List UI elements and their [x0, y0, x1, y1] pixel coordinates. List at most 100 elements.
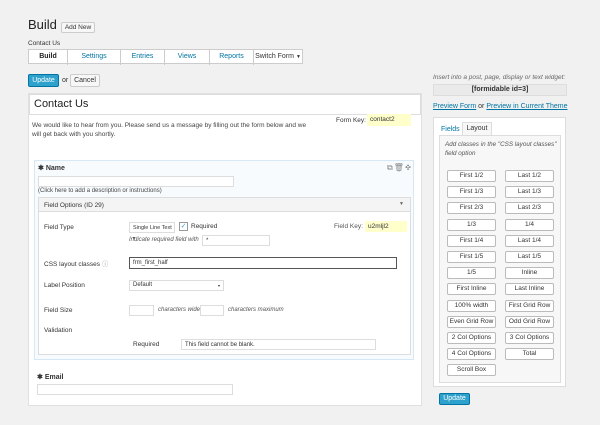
switch-form-dropdown[interactable]: Switch Form ▼ [254, 50, 302, 65]
field-name-label: ✱ Name [38, 164, 65, 172]
layout-class-button[interactable]: Inline [505, 267, 554, 280]
layout-class-button[interactable]: Last 1/3 [505, 186, 554, 199]
move-icon[interactable]: ✥ [405, 163, 412, 172]
layout-class-button[interactable]: Last 1/4 [505, 234, 554, 247]
layout-class-button[interactable]: 1/3 [447, 218, 496, 231]
layout-class-button[interactable]: Scroll Box [447, 364, 496, 377]
form-title-input[interactable]: Contact Us [29, 94, 421, 115]
preview-theme-link[interactable]: Preview in Current Theme [486, 103, 567, 110]
field-name-container[interactable]: ✱ Name ⧉🗑✥ (Click here to add a descript… [34, 160, 414, 360]
field-options-title: Field Options (ID 29) [44, 202, 104, 209]
preview-form-link[interactable]: Preview Form [433, 103, 476, 110]
field-size-max-input[interactable] [200, 305, 224, 316]
field-name-actions: ⧉🗑✥ [387, 163, 412, 173]
layout-class-button[interactable]: 4 Col Options [447, 348, 496, 361]
css-classes-label-text: CSS layout classes [44, 261, 100, 268]
preview-links: Preview Form or Preview in Current Theme [433, 103, 568, 110]
layout-class-button[interactable]: First 2/3 [447, 202, 496, 215]
validation-required-label: Required [133, 341, 160, 348]
page-title: Build [28, 17, 57, 32]
tab-fields[interactable]: Fields [441, 126, 460, 133]
duplicate-icon[interactable]: ⧉ [387, 163, 394, 172]
field-key-value[interactable]: u2mljl2 [365, 221, 407, 232]
tab-settings[interactable]: Settings [68, 50, 121, 65]
preview-or-text: or [478, 103, 485, 110]
chevron-down-icon[interactable]: ▼ [399, 201, 404, 207]
insert-note: Insert into a post, page, display or tex… [433, 74, 566, 81]
field-name-label-text: Name [45, 165, 65, 172]
required-checkbox-label: Required [191, 223, 218, 230]
layout-class-button[interactable]: First 1/4 [447, 234, 496, 247]
required-star-icon: ✱ [37, 374, 43, 381]
field-key-label: Field Key: [334, 223, 363, 230]
layout-panel: Fields Layout Add classes in the "CSS la… [433, 117, 566, 387]
layout-content: Add classes in the "CSS layout classes" … [439, 135, 561, 383]
chevron-down-icon: ▾ [217, 283, 220, 288]
layout-class-button[interactable]: Last Inline [505, 283, 554, 296]
chars-wide-label: characters wide [158, 307, 201, 313]
validation-label: Validation [44, 327, 73, 334]
css-classes-label: CSS layout classes ⓘ [44, 258, 108, 268]
form-builder-panel: Contact Us We would like to hear from yo… [28, 93, 422, 406]
form-key-value[interactable]: contact2 [367, 114, 411, 126]
name-preview-input[interactable] [38, 176, 234, 187]
chars-max-label: characters maximum [228, 307, 284, 313]
email-preview-input[interactable] [37, 384, 233, 395]
shortcode-box[interactable]: [formidable id=3] [433, 84, 567, 96]
breadcrumb-form-name: Contact Us [28, 40, 61, 47]
label-position-value: Default [133, 282, 153, 288]
field-size-label: Field Size [44, 307, 73, 314]
or-text: or [62, 77, 69, 84]
required-star-icon: ✱ [38, 165, 44, 172]
field-description-hint[interactable]: (Click here to add a description or inst… [38, 188, 162, 194]
required-indicator-input[interactable]: * [202, 235, 270, 246]
form-description[interactable]: We would like to hear from you. Please s… [32, 121, 310, 139]
sidebar-update-button[interactable]: Update [439, 393, 470, 405]
field-type-value: Single Line Text [133, 225, 172, 231]
switch-form-label: Switch Form [255, 53, 294, 60]
required-checkbox[interactable]: ✓ [179, 222, 188, 231]
layout-class-button[interactable]: Last 1/2 [505, 170, 554, 182]
layout-class-button[interactable]: 100% width [447, 299, 496, 312]
layout-class-button[interactable]: 1/5 [447, 267, 496, 280]
field-options-header[interactable]: Field Options (ID 29) ▼ [39, 198, 410, 212]
layout-class-button[interactable]: 3 Col Options [505, 332, 554, 344]
field-type-label: Field Type [44, 224, 74, 231]
label-position-label: Label Position [44, 282, 85, 289]
tab-entries[interactable]: Entries [121, 50, 165, 65]
layout-class-button[interactable]: First 1/2 [447, 170, 496, 182]
label-position-select[interactable]: Default ▾ [129, 280, 224, 291]
layout-class-button[interactable]: First Inline [447, 283, 496, 296]
layout-class-button[interactable]: Total [505, 348, 554, 361]
layout-class-button[interactable]: First 1/3 [447, 186, 496, 199]
layout-class-button[interactable]: 2 Col Options [447, 332, 496, 344]
field-size-width-input[interactable] [129, 305, 154, 316]
cancel-button[interactable]: Cancel [70, 74, 100, 87]
layout-class-button[interactable]: Even Grid Row [447, 315, 496, 328]
field-email-label[interactable]: ✱ Email [37, 373, 64, 381]
layout-class-button[interactable]: Odd Grid Row [505, 315, 554, 328]
add-new-button[interactable]: Add New [61, 22, 95, 33]
css-classes-input[interactable]: frm_first_half [129, 257, 397, 269]
tab-layout[interactable]: Layout [462, 122, 492, 136]
field-email-label-text: Email [44, 374, 64, 381]
validation-message-input[interactable]: This field cannot be blank. [181, 339, 376, 350]
field-options-panel: Field Options (ID 29) ▼ Field Type Singl… [38, 197, 411, 355]
trash-icon[interactable]: 🗑 [394, 163, 405, 172]
update-button[interactable]: Update [28, 74, 59, 87]
tab-reports[interactable]: Reports [210, 50, 254, 65]
required-indicator-label: Indicate required field with [129, 237, 199, 243]
layout-hint: Add classes in the "CSS layout classes" … [445, 141, 557, 157]
tab-views[interactable]: Views [165, 50, 210, 65]
layout-class-button[interactable]: First Grid Row [505, 299, 554, 312]
info-icon[interactable]: ⓘ [102, 261, 109, 268]
chevron-down-icon: ▼ [295, 54, 301, 60]
form-key-label: Form Key: [336, 117, 366, 124]
form-nav-tabs: Build Settings Entries Views Reports Swi… [28, 49, 303, 65]
field-type-select[interactable]: Single Line Text ▾ [129, 222, 175, 240]
layout-class-button[interactable]: First 1/5 [447, 251, 496, 263]
tab-build[interactable]: Build [29, 50, 68, 65]
layout-class-button[interactable]: Last 1/5 [505, 251, 554, 263]
layout-class-button[interactable]: Last 2/3 [505, 202, 554, 215]
layout-class-button[interactable]: 1/4 [505, 218, 554, 231]
